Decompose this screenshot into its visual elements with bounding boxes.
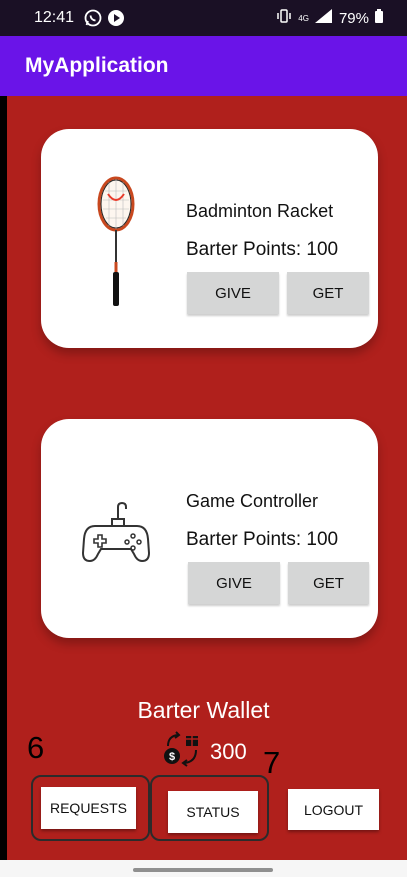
home-gesture-handle[interactable]: [133, 868, 273, 872]
svg-text:$: $: [169, 751, 175, 763]
wallet-balance: 300: [210, 739, 247, 764]
item-points: Barter Points: 100: [186, 239, 339, 260]
wallet-balance-row: $ 300: [162, 730, 247, 774]
vibrate-icon: [276, 9, 292, 27]
item-name: Badminton Racket: [186, 201, 334, 221]
logout-button[interactable]: LOGOUT: [288, 789, 379, 830]
app-bar: MyApplication: [0, 36, 407, 96]
status-bar: 12:41 4G 79%: [0, 0, 407, 36]
game-controller-icon: [81, 464, 151, 604]
get-button[interactable]: GET: [287, 272, 369, 314]
wallet-title: Barter Wallet: [137, 697, 270, 723]
annotation-label: 6: [27, 730, 45, 765]
item-card-racket: Badminton Racket Barter Points: 100 GIVE…: [41, 129, 378, 348]
play-icon: [107, 9, 125, 32]
requests-button[interactable]: REQUESTS: [41, 787, 136, 829]
whatsapp-icon: [84, 9, 102, 32]
status-time: 12:41: [34, 9, 75, 26]
navigation-bar: [0, 860, 407, 877]
network-type: 4G: [298, 13, 309, 23]
battery-icon: [375, 9, 383, 27]
status-button[interactable]: STATUS: [168, 791, 258, 833]
badminton-racket-icon: [81, 174, 151, 314]
get-button[interactable]: GET: [288, 562, 369, 604]
app-title: MyApplication: [25, 54, 169, 77]
give-button[interactable]: GIVE: [188, 562, 280, 604]
give-button[interactable]: GIVE: [187, 272, 279, 314]
item-card-controller: Game Controller Barter Points: 100 GIVE …: [41, 419, 378, 638]
exchange-money-icon: $: [162, 730, 202, 774]
annotation-label: 7: [263, 745, 281, 780]
battery-level: 79%: [338, 9, 369, 27]
item-name: Game Controller: [186, 491, 319, 511]
signal-icon: [314, 9, 333, 27]
item-points: Barter Points: 100: [186, 529, 339, 550]
